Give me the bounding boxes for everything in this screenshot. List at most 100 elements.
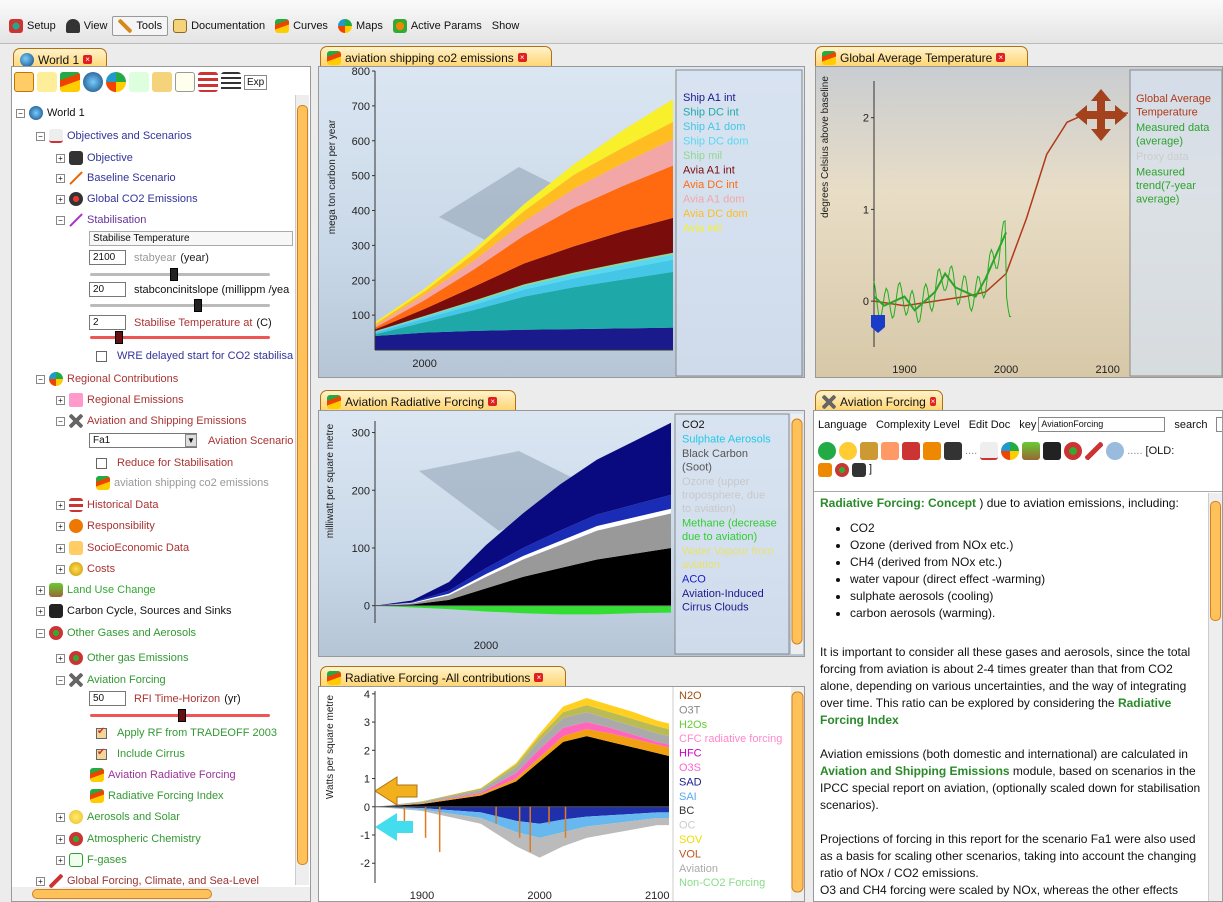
tree-item-objective[interactable]: + Objective <box>56 148 133 168</box>
rfi-slider[interactable] <box>90 709 270 722</box>
network-icon[interactable] <box>129 72 149 92</box>
tree-item-global-forcing[interactable]: + Global Forcing, Climate, and Sea-Level <box>36 871 259 891</box>
tree-item-regional-emissions[interactable]: + Regional Emissions <box>56 390 184 410</box>
close-icon[interactable]: × <box>929 397 936 406</box>
close-icon[interactable]: × <box>83 55 93 64</box>
tree-item-aviation-chart[interactable]: aviation shipping co2 emissions <box>96 473 269 493</box>
doc-link-rf-concept[interactable]: Radiative Forcing: Concept <box>820 496 976 510</box>
tab-temperature[interactable]: Global Average Temperature × <box>815 46 1028 68</box>
stabyear-field[interactable]: 2100 <box>89 250 126 265</box>
tree-item-responsibility[interactable]: + Responsibility <box>56 516 155 536</box>
tree-item-costs[interactable]: + Costs <box>56 559 115 579</box>
maps-icon[interactable] <box>106 72 126 92</box>
slope-slider[interactable] <box>90 299 270 312</box>
tree-scrollbar[interactable] <box>295 95 309 885</box>
apply-rf-row[interactable]: Apply RF from TRADEOFF 2003 <box>96 723 277 743</box>
language-menu[interactable]: Language <box>818 419 867 431</box>
weather-icon[interactable] <box>1106 442 1125 460</box>
tab-av-forcing[interactable]: Aviation Radiative Forcing × <box>320 390 516 412</box>
tree-item-regional-contributions[interactable]: − Regional Contributions <box>36 369 178 389</box>
land-icon[interactable] <box>1022 442 1041 460</box>
notes-icon[interactable] <box>175 72 195 92</box>
molecule-icon[interactable] <box>835 463 849 477</box>
person-icon[interactable] <box>818 463 832 477</box>
factory-icon[interactable] <box>860 442 878 460</box>
search-input[interactable] <box>1216 417 1222 432</box>
walk-icon[interactable] <box>37 72 57 92</box>
carbon-icon[interactable] <box>1043 442 1062 460</box>
menu-tools[interactable]: Tools <box>112 16 169 36</box>
balance-icon[interactable] <box>980 442 999 460</box>
export-button[interactable]: Exp <box>244 74 268 90</box>
menu-setup[interactable]: Setup <box>4 16 61 36</box>
stabyear-slider[interactable] <box>90 268 270 281</box>
maps-icon[interactable] <box>1001 442 1020 460</box>
wre-checkbox-row[interactable]: WRE delayed start for CO2 stabilisa <box>96 346 293 366</box>
curves-icon[interactable] <box>60 72 80 92</box>
tree-item-global-co2[interactable]: + Global CO2 Emissions <box>56 189 198 209</box>
menu-view[interactable]: View <box>61 16 113 36</box>
reduce-checkbox[interactable] <box>96 457 107 469</box>
aviation-scenario-select[interactable]: Fa1 <box>89 433 197 448</box>
person-icon[interactable] <box>923 442 941 460</box>
heart-icon[interactable] <box>839 442 857 460</box>
plane-icon[interactable] <box>852 463 866 477</box>
tree-item-other-gas-emissions[interactable]: + Other gas Emissions <box>56 648 188 668</box>
stabilise-select[interactable]: Stabilise Temperature <box>89 231 293 246</box>
stab-temp-slider[interactable] <box>90 331 270 344</box>
wre-checkbox[interactable] <box>96 350 107 362</box>
close-icon[interactable]: × <box>517 53 527 62</box>
menu-documentation[interactable]: Documentation <box>168 16 270 36</box>
tree-item-aerosols-solar[interactable]: + Aerosols and Solar <box>56 807 180 827</box>
tree-item-rf-index[interactable]: Radiative Forcing Index <box>90 786 224 806</box>
tree-item-world[interactable]: − World 1 <box>16 103 85 123</box>
close-icon[interactable]: × <box>996 53 1006 62</box>
tab-emissions[interactable]: aviation shipping co2 emissions × <box>320 46 552 68</box>
chevron-down-icon[interactable]: ▼ <box>185 434 197 447</box>
stab-temp-field[interactable]: 2 <box>89 315 126 330</box>
molecule-icon[interactable] <box>1064 442 1083 460</box>
tree-item-atmos-chem[interactable]: + Atmospheric Chemistry <box>56 829 201 849</box>
documentation-icon[interactable] <box>152 72 172 92</box>
doc-link-aviation-shipping[interactable]: Aviation and Shipping Emissions <box>820 764 1010 778</box>
list-icon[interactable] <box>221 72 241 92</box>
menu-show[interactable]: Show <box>487 16 525 36</box>
wizard-icon[interactable] <box>14 72 34 92</box>
chemistry-icon[interactable] <box>881 442 899 460</box>
menu-maps[interactable]: Maps <box>333 16 388 36</box>
globe-icon[interactable] <box>83 72 103 92</box>
tree-item-aviation-shipping[interactable]: − Aviation and Shipping Emissions <box>56 411 246 431</box>
complexity-menu[interactable]: Complexity Level <box>876 419 960 431</box>
tree-item-objectives[interactable]: − Objectives and Scenarios <box>36 126 192 146</box>
apply-rf-checkbox[interactable] <box>96 726 107 739</box>
tree-item-av-rad-forcing[interactable]: Aviation Radiative Forcing <box>90 765 236 785</box>
reduce-checkbox-row[interactable]: Reduce for Stabilisation <box>96 453 233 473</box>
rfi-field[interactable]: 50 <box>89 691 126 706</box>
tree-item-historical[interactable]: + Historical Data <box>56 495 159 515</box>
tree-item-stabilisation[interactable]: − Stabilisation <box>56 210 146 230</box>
tree-item-land-use[interactable]: + Land Use Change <box>36 580 156 600</box>
tree-item-other-gases[interactable]: − Other Gases and Aerosols <box>36 623 196 643</box>
doc-scrollbar[interactable] <box>1208 493 1222 901</box>
text-icon[interactable] <box>902 442 920 460</box>
table-icon[interactable] <box>198 72 218 92</box>
menu-curves[interactable]: Curves <box>270 16 333 36</box>
tree-item-carbon-cycle[interactable]: + Carbon Cycle, Sources and Sinks <box>36 601 231 621</box>
close-icon[interactable]: × <box>534 673 544 682</box>
close-icon[interactable]: × <box>488 397 498 406</box>
back-icon[interactable] <box>818 442 836 460</box>
tree-item-socio[interactable]: + SocioEconomic Data <box>56 538 189 558</box>
thermometer-icon[interactable] <box>1085 442 1104 460</box>
binoculars-icon[interactable] <box>944 442 962 460</box>
tab-doc[interactable]: Aviation Forcing × <box>815 390 943 412</box>
tree-item-aviation-forcing[interactable]: − Aviation Forcing <box>56 670 166 690</box>
tree-item-fgases[interactable]: + F-gases <box>56 850 127 870</box>
include-cirrus-row[interactable]: Include Cirrus <box>96 744 185 764</box>
include-cirrus-checkbox[interactable] <box>96 747 107 760</box>
slope-field[interactable]: 20 <box>89 282 126 297</box>
edit-doc-menu[interactable]: Edit Doc <box>969 419 1011 431</box>
key-input[interactable]: AviationForcing <box>1038 417 1166 432</box>
menu-active-params[interactable]: Active Params <box>388 16 487 36</box>
tab-all-forcing[interactable]: Radiative Forcing -All contributions × <box>320 666 566 688</box>
tree-item-baseline[interactable]: + Baseline Scenario <box>56 168 176 188</box>
